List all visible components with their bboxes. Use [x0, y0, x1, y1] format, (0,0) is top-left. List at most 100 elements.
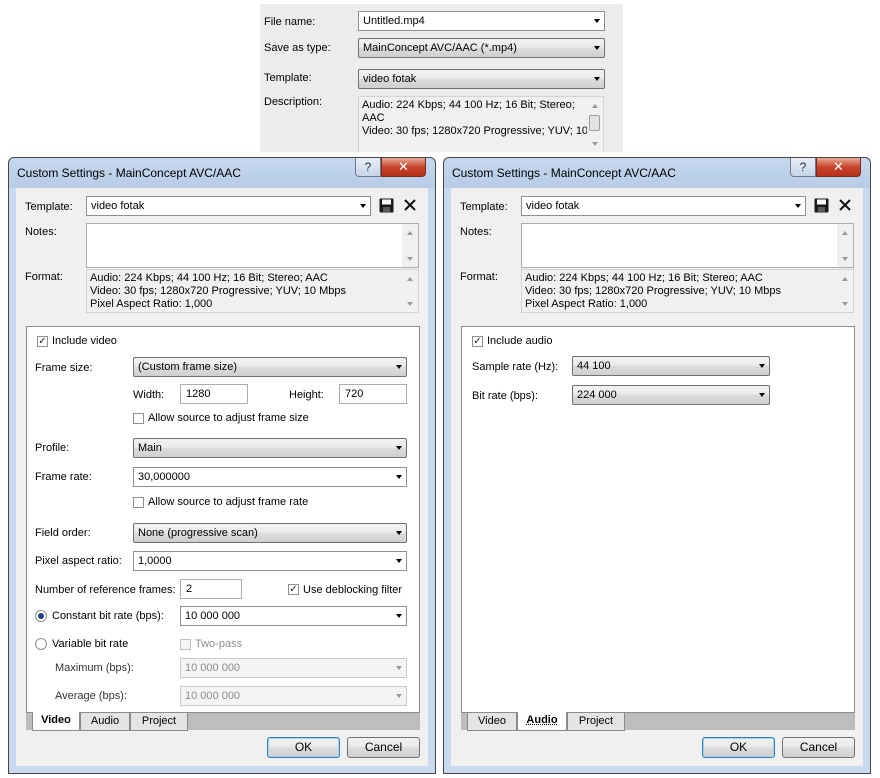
pixel-aspect-combobox[interactable]: 1,0000	[133, 551, 407, 571]
ok-button[interactable]: OK	[702, 737, 775, 758]
vbr-label[interactable]: Variable bit rate	[52, 637, 128, 651]
chevron-down-icon	[594, 46, 600, 50]
scroll-up-icon[interactable]	[842, 231, 848, 235]
scroll-up-icon[interactable]	[592, 104, 598, 108]
bit-rate-select[interactable]: 224 000	[572, 385, 770, 405]
scroll-down-icon[interactable]	[592, 142, 598, 146]
scroll-up-icon[interactable]	[407, 231, 413, 235]
frame-rate-combobox[interactable]: 30,000000	[133, 467, 407, 487]
chevron-down-icon[interactable]	[396, 475, 402, 479]
field-order-value: None (progressive scan)	[138, 527, 258, 539]
allow-frame-size-checkbox[interactable]	[133, 413, 144, 424]
bit-rate-value: 224 000	[577, 389, 617, 401]
template-combobox[interactable]: video fotak	[521, 196, 806, 216]
chevron-down-icon	[396, 365, 402, 369]
floppy-disk-icon[interactable]	[379, 198, 394, 213]
allow-frame-rate-checkbox[interactable]	[133, 497, 144, 508]
cbr-combobox[interactable]: 10 000 000	[180, 606, 407, 626]
maximum-combobox[interactable]: 10 000 000	[180, 658, 407, 678]
template-select[interactable]: video fotak	[358, 69, 605, 89]
tab-video[interactable]: Video	[32, 712, 80, 731]
tab-audio-label: Audio	[526, 714, 558, 726]
format-scrollbar[interactable]	[837, 270, 853, 312]
profile-select[interactable]: Main	[133, 438, 407, 458]
scroll-up-icon[interactable]	[407, 277, 413, 281]
file-name-combobox[interactable]: Untitled.mp4	[358, 11, 605, 31]
scroll-down-icon[interactable]	[407, 257, 413, 261]
title-bar: Custom Settings - MainConcept AVC/AAC ? …	[444, 158, 870, 188]
average-combobox[interactable]: 10 000 000	[180, 686, 407, 706]
two-pass-checkbox[interactable]	[180, 639, 191, 650]
sample-rate-select[interactable]: 44 100	[572, 356, 770, 376]
scroll-down-icon[interactable]	[842, 257, 848, 261]
vbr-radio[interactable]	[35, 638, 47, 650]
pixel-aspect-label: Pixel aspect ratio:	[35, 555, 122, 567]
cancel-button[interactable]: Cancel	[347, 737, 420, 758]
radio-dot	[38, 613, 44, 619]
sample-rate-label: Sample rate (Hz):	[472, 361, 559, 373]
cbr-radio[interactable]	[35, 610, 47, 622]
floppy-disk-icon[interactable]	[814, 198, 829, 213]
dialog-client-area: Template: video fotak Notes: Format: Aud…	[451, 188, 863, 766]
close-button[interactable]: ✕	[816, 158, 861, 177]
ok-button[interactable]: OK	[267, 737, 340, 758]
notes-textarea[interactable]	[86, 223, 419, 268]
delete-x-icon[interactable]	[838, 198, 852, 212]
chevron-down-icon[interactable]	[795, 204, 801, 208]
tab-project[interactable]: Project	[130, 713, 188, 731]
chevron-down-icon[interactable]	[360, 204, 366, 208]
chevron-down-icon	[396, 531, 402, 535]
frame-size-value: (Custom frame size)	[138, 361, 238, 373]
format-line: Audio: 224 Kbps; 44 100 Hz; 16 Bit; Ster…	[90, 272, 328, 284]
help-icon: ?	[799, 160, 807, 174]
template-combobox[interactable]: video fotak	[86, 196, 371, 216]
chevron-down-icon[interactable]	[594, 19, 600, 23]
scroll-down-icon[interactable]	[407, 302, 413, 306]
scroll-thumb[interactable]	[589, 115, 600, 131]
frame-size-select[interactable]: (Custom frame size)	[133, 357, 407, 377]
deblocking-label[interactable]: Use deblocking filter	[303, 583, 402, 597]
scroll-down-icon[interactable]	[842, 302, 848, 306]
profile-value: Main	[138, 442, 162, 454]
format-line: Pixel Aspect Ratio: 1,000	[525, 298, 648, 310]
help-button[interactable]: ?	[790, 158, 816, 177]
template-value: video fotak	[91, 200, 145, 212]
average-value: 10 000 000	[185, 690, 241, 702]
description-scrollbar[interactable]	[587, 97, 603, 152]
save-as-type-select[interactable]: MainConcept AVC/AAC (*.mp4)	[358, 38, 605, 58]
format-scrollbar[interactable]	[402, 270, 418, 312]
notes-textarea[interactable]	[521, 223, 854, 268]
delete-x-icon[interactable]	[403, 198, 417, 212]
allow-frame-rate-label[interactable]: Allow source to adjust frame rate	[148, 495, 308, 509]
tab-project[interactable]: Project	[567, 713, 625, 731]
chevron-down-icon[interactable]	[396, 614, 402, 618]
file-name-label: File name:	[264, 16, 316, 28]
field-order-select[interactable]: None (progressive scan)	[133, 523, 407, 543]
cbr-label[interactable]: Constant bit rate (bps):	[52, 609, 164, 623]
chevron-down-icon[interactable]	[396, 559, 402, 563]
description-line: Video: 30 fps; 1280x720 Progressive; YUV…	[362, 125, 589, 137]
notes-scrollbar[interactable]	[402, 224, 418, 267]
cancel-button[interactable]: Cancel	[782, 737, 855, 758]
tab-video[interactable]: Video	[467, 713, 517, 731]
scroll-up-icon[interactable]	[842, 277, 848, 281]
width-value: 1280	[186, 388, 211, 400]
tab-audio[interactable]: Audio	[80, 713, 130, 731]
width-input[interactable]: 1280	[180, 384, 248, 404]
help-button[interactable]: ?	[355, 158, 381, 177]
include-video-checkbox[interactable]: ✓	[37, 336, 48, 347]
ref-frames-input[interactable]: 2	[180, 579, 242, 599]
include-audio-checkbox[interactable]: ✓	[472, 336, 483, 347]
notes-scrollbar[interactable]	[837, 224, 853, 267]
chevron-down-icon	[759, 393, 765, 397]
description-line: Audio: 224 Kbps; 44 100 Hz; 16 Bit; Ster…	[362, 99, 575, 111]
include-video-label[interactable]: Include video	[52, 334, 117, 348]
close-button[interactable]: ✕	[381, 158, 426, 177]
deblocking-checkbox[interactable]: ✓	[288, 584, 299, 595]
format-label: Format:	[460, 271, 498, 283]
allow-frame-size-label[interactable]: Allow source to adjust frame size	[148, 411, 309, 425]
include-audio-label[interactable]: Include audio	[487, 334, 552, 348]
file-name-value: Untitled.mp4	[363, 15, 425, 27]
tab-audio[interactable]: Audio	[517, 712, 567, 731]
height-input[interactable]: 720	[339, 384, 407, 404]
